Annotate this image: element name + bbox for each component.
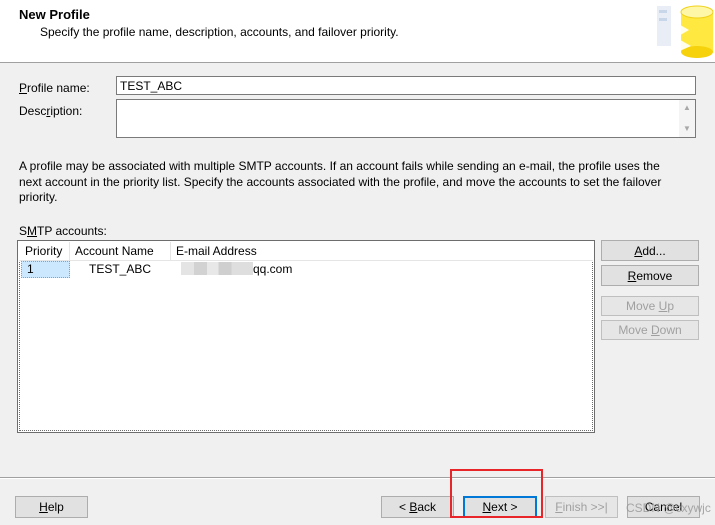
footer-separator: [0, 477, 715, 479]
page-subtitle: Specify the profile name, description, a…: [40, 25, 399, 39]
list-header: Priority Account Name E-mail Address: [19, 242, 593, 261]
description-scrollbar[interactable]: ▲ ▼: [679, 100, 695, 137]
page-title: New Profile: [19, 7, 90, 22]
watermark: CSDN @cxywjc: [626, 501, 711, 515]
redacted-email: [181, 262, 253, 275]
help-button[interactable]: Help: [15, 496, 88, 518]
description-label: Description:: [19, 104, 83, 118]
move-down-button[interactable]: Move Down: [601, 320, 699, 340]
description-input[interactable]: [117, 100, 679, 137]
row-email-address: qq.com: [181, 261, 292, 278]
column-header-email-address[interactable]: E-mail Address: [171, 242, 461, 260]
info-text: A profile may be associated with multipl…: [19, 159, 662, 204]
row-priority: 1: [21, 261, 70, 278]
scroll-down-icon[interactable]: ▼: [679, 123, 695, 135]
remove-button[interactable]: Remove: [601, 265, 699, 286]
row-account-name: TEST_ABC: [89, 262, 152, 276]
database-mail-icon: [653, 0, 715, 62]
next-button[interactable]: Next >: [463, 496, 537, 518]
smtp-accounts-list[interactable]: Priority Account Name E-mail Address 1 T…: [17, 240, 595, 433]
scroll-up-icon[interactable]: ▲: [679, 102, 695, 114]
profile-name-input[interactable]: [116, 76, 696, 95]
table-row[interactable]: 1 TEST_ABC qq.com: [19, 261, 593, 278]
move-up-button[interactable]: Move Up: [601, 296, 699, 316]
add-button[interactable]: Add...: [601, 240, 699, 261]
wizard-header: New Profile Specify the profile name, de…: [0, 0, 715, 63]
smtp-accounts-label: SMTP accounts:: [19, 224, 107, 238]
finish-button[interactable]: Finish >>|: [545, 496, 618, 518]
column-header-account-name[interactable]: Account Name: [70, 242, 171, 260]
column-header-priority[interactable]: Priority: [19, 242, 70, 260]
back-button[interactable]: < Back: [381, 496, 454, 518]
description-field: ▲ ▼: [116, 99, 696, 138]
profile-name-label: Profile name:: [19, 81, 90, 95]
